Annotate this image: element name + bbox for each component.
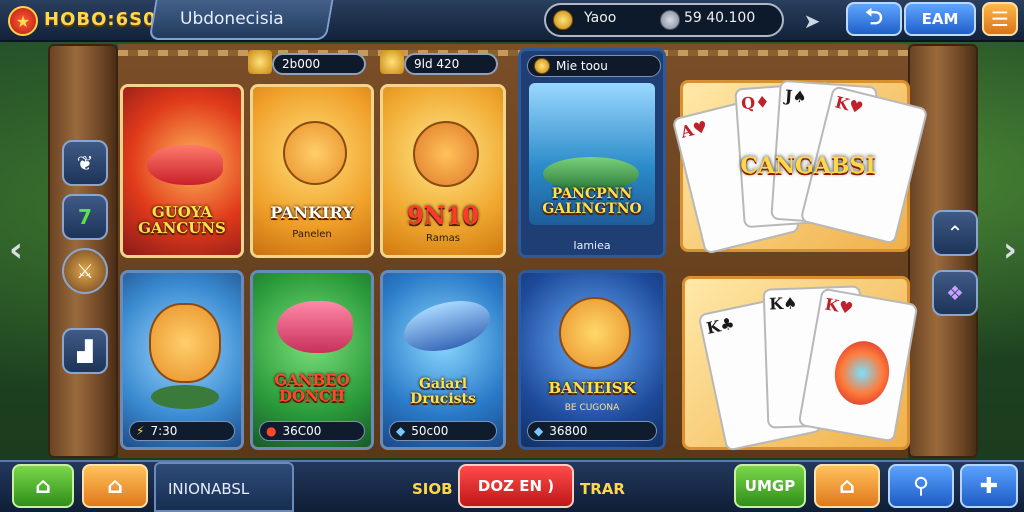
home-icon: ⌂: [35, 473, 51, 499]
bottom-left-text: SIOB: [412, 480, 453, 498]
character-icon: [413, 121, 479, 187]
card-game-panel[interactable]: A♥ Q♦ J♠ K♥ CANGABSI: [671, 79, 929, 255]
game-subtitle: Ramas: [426, 233, 460, 244]
card-footer-value: 36C00: [282, 424, 322, 438]
card-footer: ◆ 50c00: [389, 421, 497, 441]
rope-top: [118, 50, 908, 56]
game-subtitle: Iamiea: [573, 239, 611, 252]
character-icon: [559, 297, 631, 369]
side-button-feather[interactable]: ❦: [62, 140, 108, 186]
earn-button[interactable]: EAM: [904, 2, 976, 36]
side-button-gift[interactable]: ❖: [932, 270, 978, 316]
game-card[interactable]: Mie toou PANCPNN GALINGTNO Iamiea: [518, 48, 666, 258]
diamond-icon: ◆: [534, 424, 544, 438]
menu-button[interactable]: ☰: [982, 2, 1018, 36]
back-button[interactable]: ⮌: [846, 2, 902, 36]
forward-arrow-icon[interactable]: ➤: [796, 6, 828, 36]
home-button[interactable]: ⌂: [12, 464, 74, 508]
fish-icon: [147, 145, 223, 185]
shop-button[interactable]: UMGP: [734, 464, 806, 508]
game-title: GANBEO DONCH: [274, 371, 350, 405]
rock-base: [151, 385, 219, 409]
game-title: BANIEISK: [548, 379, 636, 397]
stat-pill-left: 2b000: [272, 53, 366, 75]
silver-balance: 59 40.100: [684, 10, 756, 26]
game-title: PANKIRY: [270, 203, 354, 222]
location-label: INIONABSL: [168, 480, 250, 498]
card-footer: ◆ 36800: [527, 421, 657, 441]
gold-coin-icon: [553, 10, 573, 30]
lightning-icon: ⚡: [136, 424, 145, 438]
stat-left-value: 2b000: [282, 57, 321, 71]
center-action-button[interactable]: DOZ EN ): [458, 464, 574, 508]
card-badge: Mie toou: [527, 55, 661, 77]
card-footer: ⚡ 7:30: [129, 421, 235, 441]
card-panel-title: CANGABSI: [740, 153, 876, 179]
badge-label: Mie toou: [556, 59, 608, 73]
stat-pill-right: 9ld 420: [404, 53, 498, 75]
page-left-arrow-icon[interactable]: ‹: [2, 225, 30, 275]
game-title: PANCPNN GALINGTNO: [542, 186, 642, 217]
game-subtitle: Panelen: [292, 229, 332, 240]
card-footer-value: 50c00: [411, 424, 449, 438]
region-label: Ubdonecisia: [180, 9, 284, 29]
card-footer-value: 7:30: [150, 424, 178, 438]
diamond-icon: ◆: [396, 424, 406, 438]
settings-button[interactable]: ✚: [960, 464, 1018, 508]
side-button-swords[interactable]: ⚔: [62, 248, 108, 294]
game-card[interactable]: GUOYA GANCUNS: [120, 84, 244, 258]
game-subtitle: BE CUGONA: [564, 403, 620, 413]
app-logo: HOBO:6S0: [44, 9, 157, 30]
bottom-right-text: TRAR: [580, 480, 625, 498]
game-card[interactable]: ⚡ 7:30: [120, 270, 244, 450]
logo-star-icon: ★: [8, 6, 38, 36]
side-button-puzzle[interactable]: ▟: [62, 328, 108, 374]
game-card[interactable]: GANBEO DONCH ● 36C00: [250, 270, 374, 450]
side-button-seven[interactable]: 7: [62, 194, 108, 240]
gold-balance: Yaoo: [584, 10, 617, 26]
character-icon: [283, 121, 347, 185]
fish-icon: [277, 301, 353, 353]
swords-icon: ⚔: [76, 259, 94, 283]
card-footer: ● 36C00: [259, 421, 365, 441]
lobby-button[interactable]: ⌂: [82, 464, 148, 508]
character-icon: [149, 303, 221, 383]
game-title: 9N10: [406, 201, 480, 230]
house-icon: ⌂: [107, 473, 123, 499]
hamburger-icon: ☰: [991, 7, 1009, 31]
game-card[interactable]: PANKIRY Panelen: [250, 84, 374, 258]
stat-right-coin-icon: [380, 50, 404, 74]
card-game-panel[interactable]: K♣ K♠ K♥: [682, 276, 919, 452]
stat-left-coin-icon: [248, 50, 272, 74]
silver-coin-icon: [660, 10, 680, 30]
puzzle-icon: ▟: [77, 339, 93, 363]
back-arrow-icon: ⮌: [865, 5, 883, 30]
game-card[interactable]: BANIEISK BE CUGONA ◆ 36800: [518, 270, 666, 450]
house-icon: ⌂: [839, 473, 855, 499]
gold-coin-icon: [534, 58, 550, 74]
stat-right-value: 9ld 420: [414, 57, 460, 71]
house-button[interactable]: ⌂: [814, 464, 880, 508]
gear-icon: ✚: [979, 473, 999, 499]
search-button[interactable]: ⚲: [888, 464, 954, 508]
game-title: GUOYA GANCUNS: [138, 203, 226, 237]
search-icon: ⚲: [912, 473, 930, 499]
scroll-up-button[interactable]: ⌃: [932, 210, 978, 256]
ruby-icon: ●: [266, 424, 277, 438]
card-footer-value: 36800: [549, 424, 588, 438]
feather-icon: ❦: [76, 151, 94, 175]
page-right-arrow-icon[interactable]: ›: [996, 225, 1024, 275]
gift-icon: ❖: [946, 281, 964, 305]
game-card[interactable]: Gaiarl Drucists ◆ 50c00: [380, 270, 506, 450]
game-title: Gaiarl Drucists: [410, 376, 476, 407]
game-card[interactable]: 9N10 Ramas: [380, 84, 506, 258]
chevron-up-icon: ⌃: [946, 221, 964, 245]
